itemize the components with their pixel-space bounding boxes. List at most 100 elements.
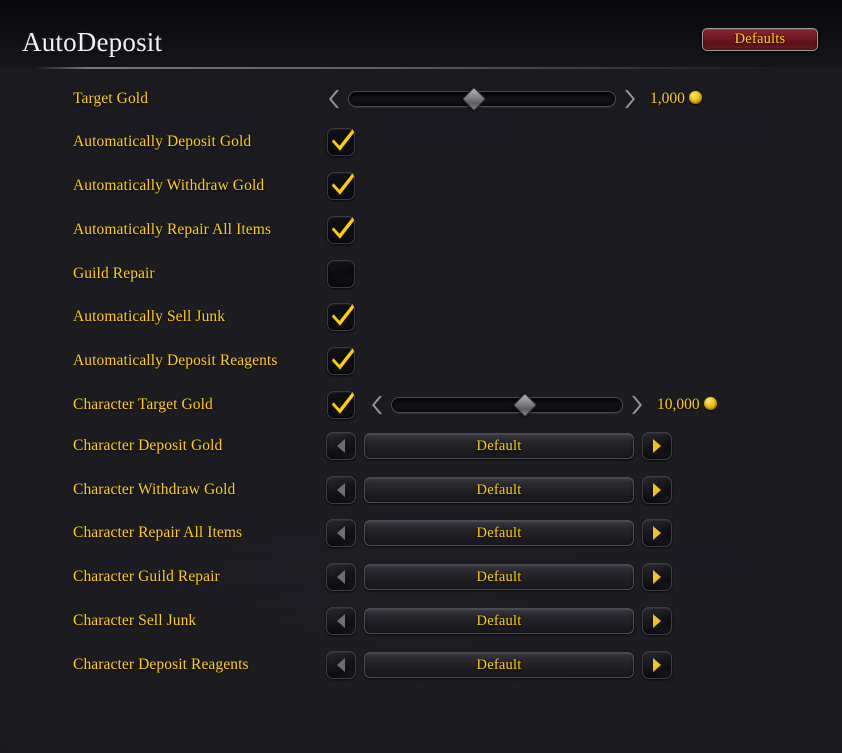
dropdown-next-button[interactable] <box>642 519 672 547</box>
defaults-button[interactable]: Defaults <box>702 28 818 51</box>
right-triangle-icon <box>653 439 661 453</box>
settings-row-automatically-deposit-reagents: Automatically Deposit Reagents <box>0 347 842 375</box>
settings-row-character-withdraw-gold: Character Withdraw Gold Default <box>0 476 842 504</box>
page-title: AutoDeposit <box>22 27 163 57</box>
checkbox-automatically-sell-junk[interactable] <box>327 303 355 331</box>
settings-row-automatically-withdraw-gold: Automatically Withdraw Gold <box>0 172 842 200</box>
checkbox-automatically-withdraw-gold[interactable] <box>327 172 355 200</box>
dropdown-value-button[interactable]: Default <box>364 433 634 459</box>
slider-thumb[interactable] <box>513 392 538 418</box>
settings-row-character-sell-junk: Character Sell Junk Default <box>0 607 842 635</box>
row-label: Automatically Deposit Reagents <box>73 352 278 369</box>
checkmark-icon <box>331 129 355 151</box>
checkbox-automatically-deposit-gold[interactable] <box>327 128 355 156</box>
checkbox-character-target-gold[interactable] <box>327 391 355 419</box>
dropdown-value-button[interactable]: Default <box>364 652 634 678</box>
dropdown-value-label: Default <box>476 481 522 498</box>
settings-row-guild-repair: Guild Repair <box>0 260 842 288</box>
dropdown-character-repair-all-items: Default <box>326 518 672 548</box>
settings-row-character-guild-repair: Character Guild Repair Default <box>0 563 842 591</box>
dropdown-value-button[interactable]: Default <box>364 608 634 634</box>
row-label: Automatically Sell Junk <box>73 308 226 325</box>
dropdown-character-deposit-gold: Default <box>326 431 672 461</box>
defaults-button-label: Defaults <box>734 31 786 47</box>
row-label: Character Target Gold <box>73 396 213 413</box>
slider-value: 10,000 <box>657 396 717 414</box>
dropdown-value-label: Default <box>476 656 522 673</box>
row-label: Target Gold <box>73 90 149 107</box>
dropdown-value-label: Default <box>476 437 522 454</box>
row-label: Character Sell Junk <box>73 612 197 629</box>
gold-coin-icon <box>703 397 717 410</box>
dropdown-prev-button[interactable] <box>326 563 356 591</box>
slider-target-gold: 1,000 <box>326 85 702 113</box>
left-triangle-icon <box>337 570 345 584</box>
checkmark-icon <box>331 392 355 414</box>
slider-chevron-left-icon[interactable] <box>369 393 385 417</box>
settings-row-automatically-sell-junk: Automatically Sell Junk <box>0 303 842 331</box>
right-triangle-icon <box>653 614 661 628</box>
dropdown-prev-button[interactable] <box>326 476 356 504</box>
settings-row-automatically-deposit-gold: Automatically Deposit Gold <box>0 128 842 156</box>
dropdown-next-button[interactable] <box>642 476 672 504</box>
row-label: Character Withdraw Gold <box>73 481 236 498</box>
row-label: Automatically Deposit Gold <box>73 133 252 150</box>
settings-row-character-target-gold: Character Target Gold 10,000 <box>0 391 842 419</box>
dropdown-prev-button[interactable] <box>326 519 356 547</box>
dropdown-next-button[interactable] <box>642 432 672 460</box>
header-separator <box>34 67 790 69</box>
slider-track[interactable] <box>391 392 623 418</box>
checkmark-icon <box>331 217 355 239</box>
settings-row-character-deposit-gold: Character Deposit Gold Default <box>0 432 842 460</box>
row-label: Automatically Withdraw Gold <box>73 177 265 194</box>
dropdown-value-label: Default <box>476 524 522 541</box>
dropdown-next-button[interactable] <box>642 607 672 635</box>
row-label: Automatically Repair All Items <box>73 221 271 238</box>
row-label: Character Repair All Items <box>73 524 243 541</box>
dropdown-prev-button[interactable] <box>326 651 356 679</box>
row-label: Character Deposit Reagents <box>73 656 249 673</box>
dropdown-prev-button[interactable] <box>326 432 356 460</box>
slider-chevron-left-icon[interactable] <box>326 87 342 111</box>
dropdown-character-withdraw-gold: Default <box>326 475 672 505</box>
right-triangle-icon <box>653 483 661 497</box>
dropdown-next-button[interactable] <box>642 651 672 679</box>
slider-value: 1,000 <box>650 90 702 108</box>
settings-panel: AutoDeposit Defaults Target Gold 1,000 Aut… <box>0 0 842 753</box>
left-triangle-icon <box>337 614 345 628</box>
checkmark-icon <box>331 348 355 370</box>
dropdown-value-button[interactable]: Default <box>364 520 634 546</box>
dropdown-value-button[interactable]: Default <box>364 564 634 590</box>
settings-row-automatically-repair-all-items: Automatically Repair All Items <box>0 216 842 244</box>
settings-row-target-gold: Target Gold 1,000 <box>0 85 842 113</box>
panel-header: AutoDeposit Defaults <box>0 0 842 68</box>
dropdown-value-label: Default <box>476 612 522 629</box>
dropdown-character-guild-repair: Default <box>326 562 672 592</box>
right-triangle-icon <box>653 526 661 540</box>
row-label: Guild Repair <box>73 265 155 282</box>
settings-row-character-deposit-reagents: Character Deposit Reagents Default <box>0 651 842 679</box>
slider-chevron-right-icon[interactable] <box>622 87 638 111</box>
dropdown-value-button[interactable]: Default <box>364 477 634 503</box>
checkbox-automatically-deposit-reagents[interactable] <box>327 347 355 375</box>
dropdown-prev-button[interactable] <box>326 607 356 635</box>
slider-character-target-gold: 10,000 <box>369 391 717 419</box>
dropdown-next-button[interactable] <box>642 563 672 591</box>
slider-chevron-right-icon[interactable] <box>629 393 645 417</box>
checkbox-guild-repair[interactable] <box>327 260 355 288</box>
row-label: Character Guild Repair <box>73 568 220 585</box>
settings-row-character-repair-all-items: Character Repair All Items Default <box>0 519 842 547</box>
checkbox-automatically-repair-all-items[interactable] <box>327 216 355 244</box>
left-triangle-icon <box>337 483 345 497</box>
dropdown-character-sell-junk: Default <box>326 606 672 636</box>
row-label: Character Deposit Gold <box>73 437 223 454</box>
checkmark-icon <box>331 304 355 326</box>
slider-value-text: 10,000 <box>657 396 700 413</box>
slider-track[interactable] <box>348 86 616 112</box>
left-triangle-icon <box>337 658 345 672</box>
slider-thumb[interactable] <box>461 86 487 112</box>
left-triangle-icon <box>337 526 345 540</box>
dropdown-character-deposit-reagents: Default <box>326 650 672 680</box>
left-triangle-icon <box>337 439 345 453</box>
gold-coin-icon <box>688 91 702 104</box>
